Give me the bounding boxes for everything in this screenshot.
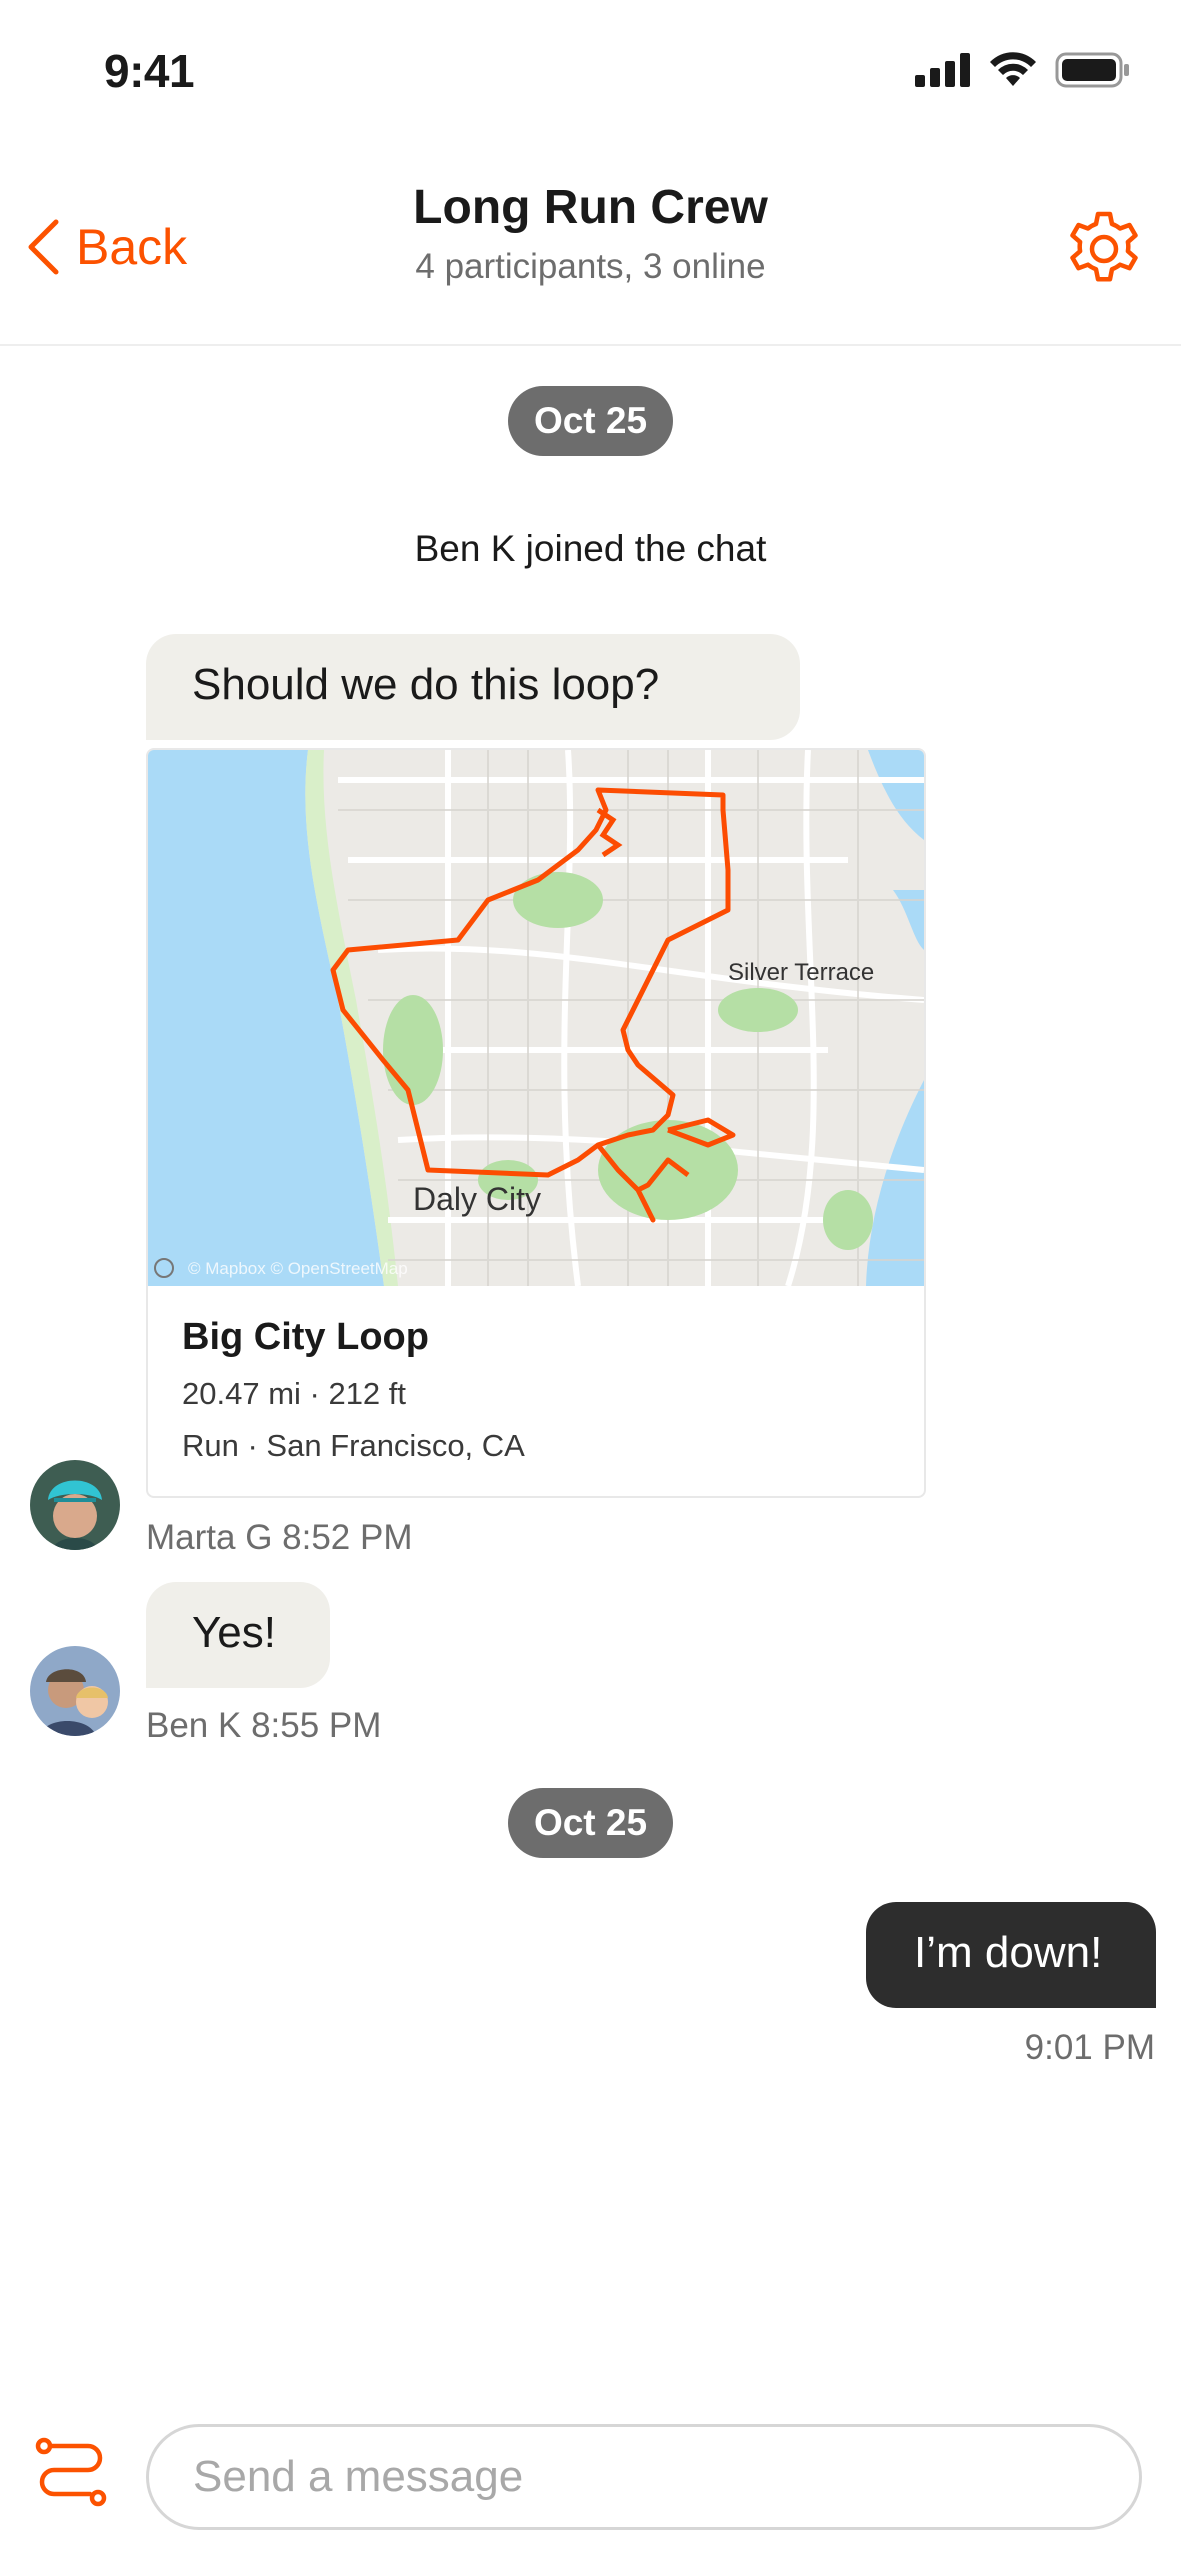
message-meta-ben: Ben K 8:55 PM bbox=[146, 1706, 382, 1745]
share-route-button[interactable] bbox=[34, 2436, 108, 2515]
route-map: Silver Terrace Daly City © Mapbox © Open… bbox=[148, 750, 924, 1286]
gear-icon bbox=[1070, 211, 1138, 282]
status-icons bbox=[915, 52, 1131, 88]
chat-subtitle: 4 participants, 3 online bbox=[415, 247, 766, 286]
route-icon bbox=[35, 2437, 107, 2507]
system-message: Ben K joined the chat bbox=[414, 528, 767, 569]
wifi-icon bbox=[990, 52, 1036, 86]
battery-icon bbox=[1055, 52, 1129, 88]
date-chip-label: Oct 25 bbox=[507, 1788, 674, 1858]
route-location: Run · San Francisco, CA bbox=[182, 1428, 525, 1463]
map-attribution: © Mapbox © OpenStreetMap bbox=[188, 1259, 408, 1278]
my-message-bubble[interactable]: I’m down! bbox=[866, 1902, 1156, 2008]
avatar-ben[interactable] bbox=[30, 1646, 120, 1736]
route-stats: 20.47 mi · 212 ft bbox=[182, 1376, 407, 1411]
my-message-time: 9:01 PM bbox=[1024, 2028, 1155, 2067]
route-title: Big City Loop bbox=[182, 1316, 429, 1358]
message-input[interactable] bbox=[146, 2424, 1142, 2530]
status-time: 9:41 bbox=[104, 45, 195, 97]
avatar-marta[interactable] bbox=[30, 1460, 120, 1550]
map-label-silver-terrace: Silver Terrace bbox=[728, 959, 874, 986]
route-card[interactable]: Silver Terrace Daly City © Mapbox © Open… bbox=[146, 748, 926, 1498]
settings-button[interactable] bbox=[1063, 208, 1145, 295]
avatar-marta-image bbox=[30, 1460, 120, 1550]
map-label-daly-city: Daly City bbox=[413, 1181, 541, 1217]
chat-title: Long Run Crew bbox=[413, 181, 768, 234]
date-chip: Oct 25 bbox=[0, 386, 1181, 456]
avatar-ben-image bbox=[30, 1646, 120, 1736]
date-chip-label: Oct 25 bbox=[507, 386, 674, 456]
signal-icon bbox=[915, 53, 970, 87]
header-title-group: Long Run Crew 4 participants, 3 online bbox=[0, 180, 1181, 287]
message-bubble[interactable]: Should we do this loop? bbox=[146, 634, 800, 740]
message-bubble[interactable]: Yes! bbox=[146, 1582, 330, 1688]
date-chip: Oct 25 bbox=[0, 1788, 1181, 1858]
message-meta-marta: Marta G 8:52 PM bbox=[146, 1518, 413, 1557]
